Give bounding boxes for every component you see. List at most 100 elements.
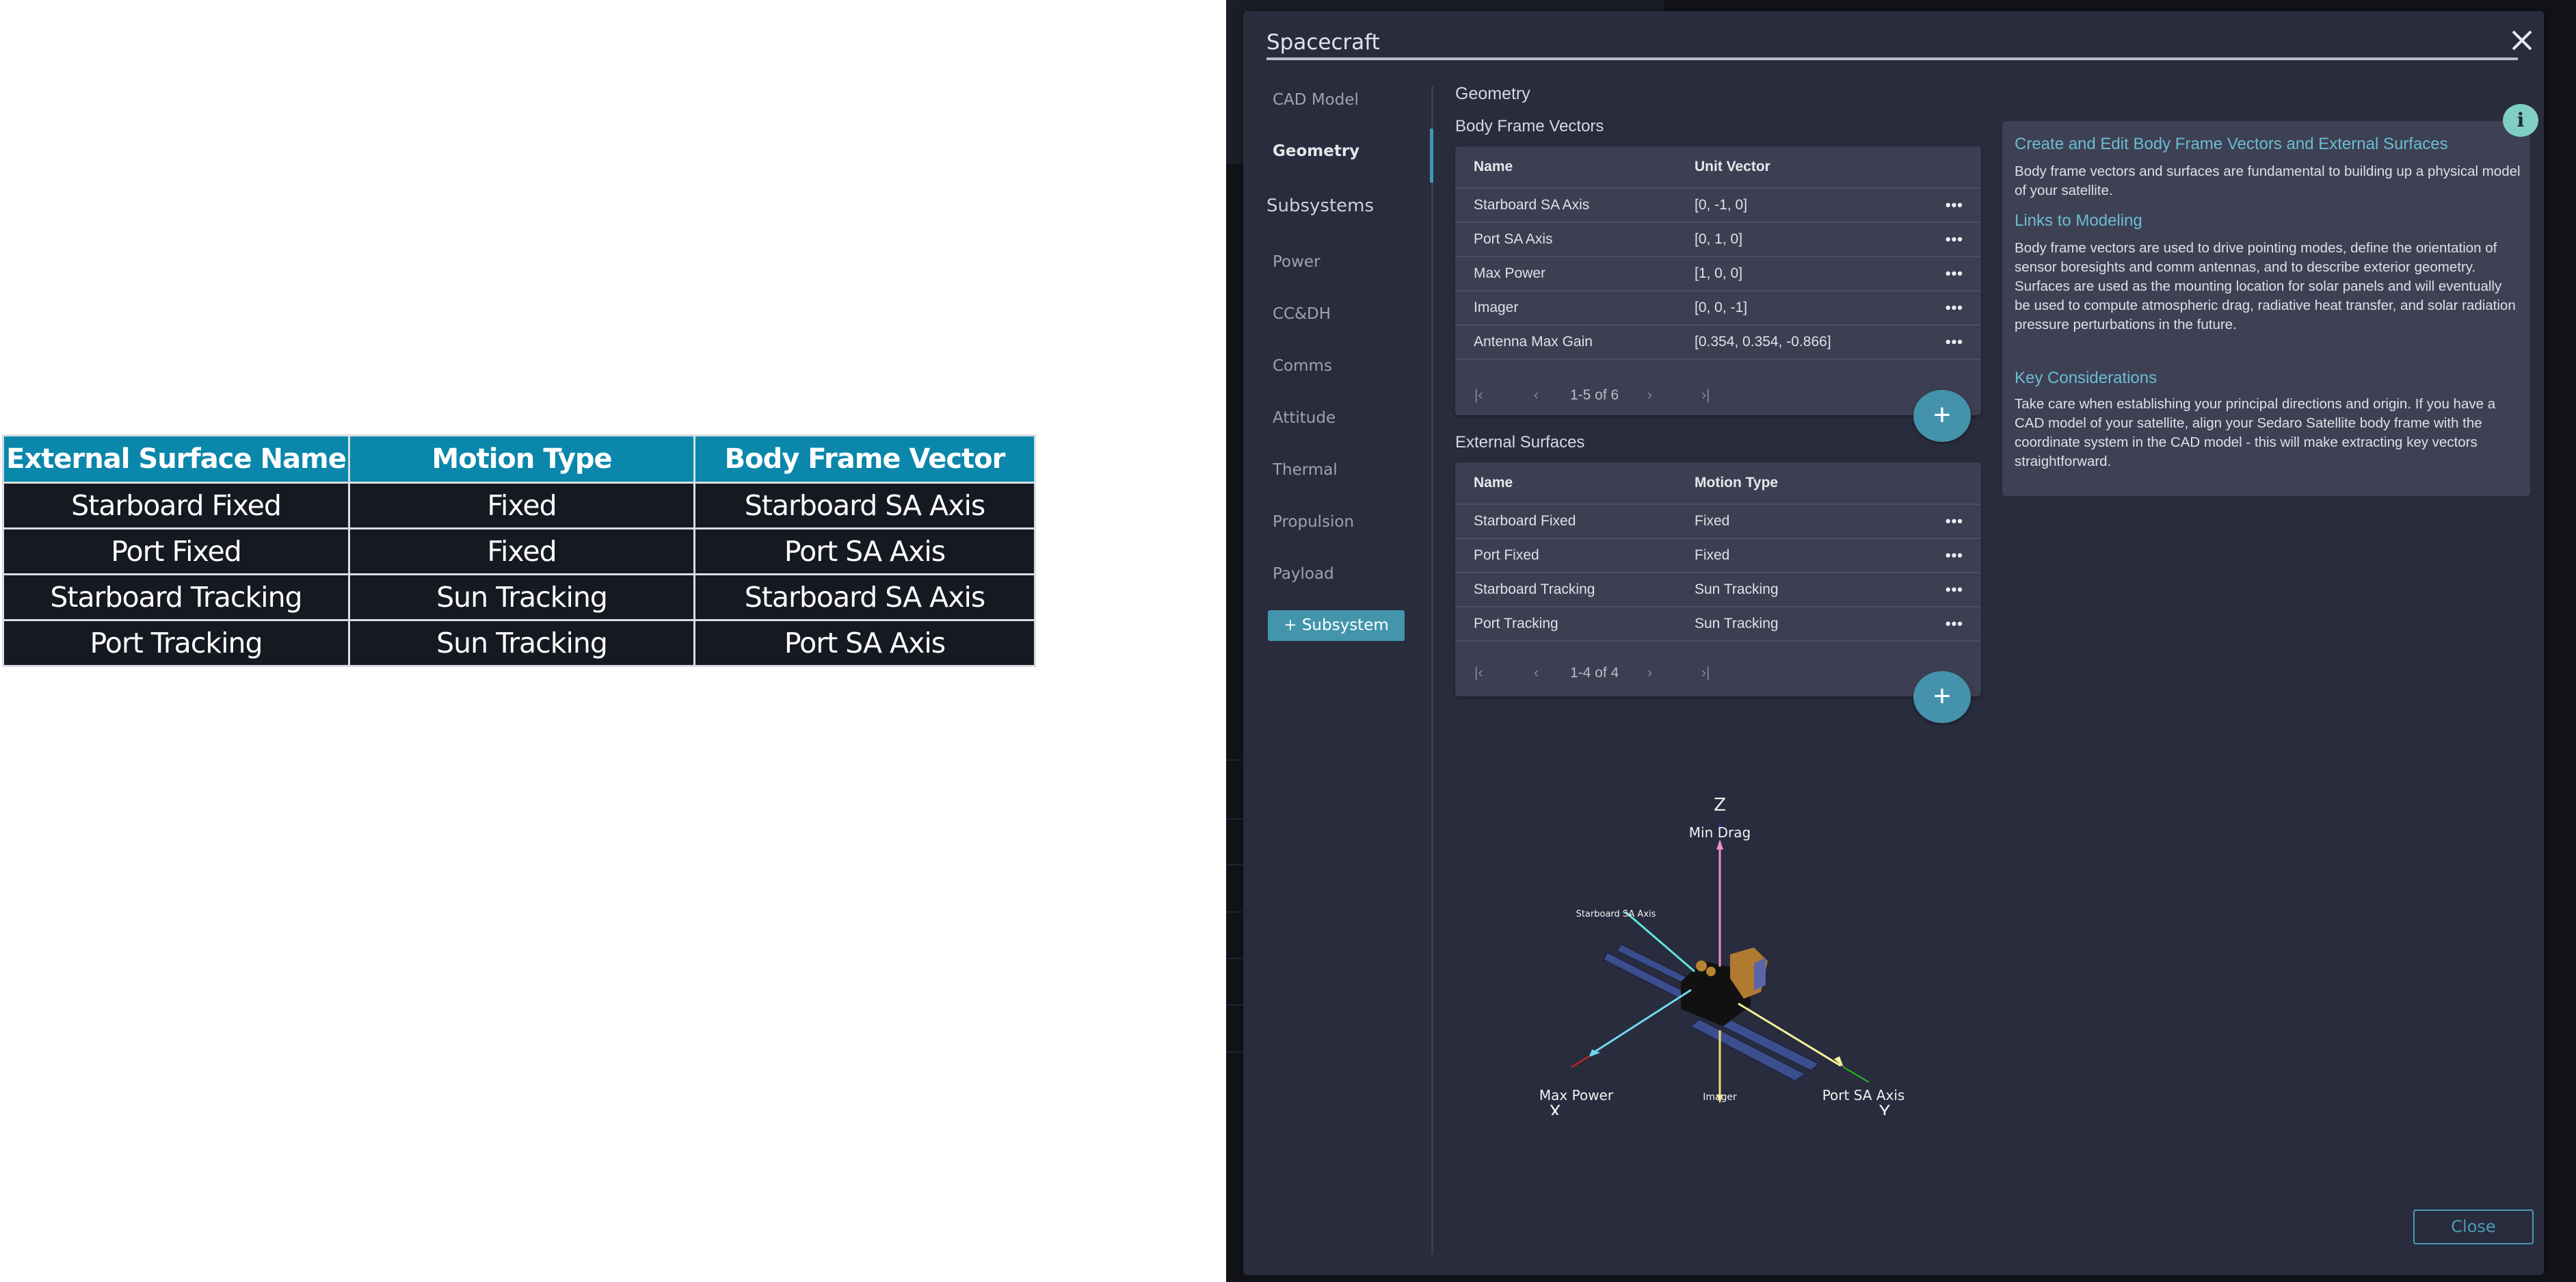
column-header-motion-type[interactable]: Motion Type <box>1695 462 1922 505</box>
table-row[interactable]: Port SA Axis [0, 1, 0] ••• <box>1455 222 1981 257</box>
nav-item-payload[interactable]: Payload <box>1273 565 1334 583</box>
surface-name: Port Tracking <box>1455 607 1695 642</box>
cell-body-frame-vector: Port SA Axis <box>693 619 1036 667</box>
add-body-frame-vector-button[interactable]: + <box>1913 390 1971 442</box>
starboard-sa-axis-vector <box>1625 911 1695 973</box>
satellite-thruster <box>1706 967 1716 976</box>
starboard-sa-axis-label: Starboard SA Axis <box>1576 909 1656 919</box>
max-power-vector <box>1589 989 1692 1056</box>
more-options-icon[interactable]: ••• <box>1946 615 1963 632</box>
help-panel: Create and Edit Body Frame Vectors and E… <box>2002 121 2530 496</box>
table-row[interactable]: Starboard SA Axis [0, -1, 0] ••• <box>1455 188 1981 223</box>
satellite-model <box>1602 943 1820 1082</box>
spacecraft-3d-viewer[interactable]: Z Min Drag Starboard SA Axis Max Power X… <box>1518 773 1928 1115</box>
surface-name: Starboard Tracking <box>1455 573 1695 607</box>
last-page-icon[interactable]: ›| <box>1701 665 1710 681</box>
last-page-icon[interactable]: ›| <box>1701 387 1710 404</box>
nav-item-attitude[interactable]: Attitude <box>1273 409 1336 427</box>
nav-item-ccdh[interactable]: CC&DH <box>1273 305 1331 323</box>
first-page-icon[interactable]: |‹ <box>1474 665 1483 681</box>
first-page-icon[interactable]: |‹ <box>1474 387 1483 404</box>
max-power-label: Max Power <box>1539 1087 1614 1103</box>
nav-item-cad-model[interactable]: CAD Model <box>1273 91 1359 109</box>
external-surfaces-card: Name Motion Type Starboard Fixed Fixed •… <box>1455 462 1981 696</box>
help-paragraph-key-considerations: Take care when establishing your princip… <box>2015 396 2496 469</box>
more-options-icon[interactable]: ••• <box>1946 265 1963 282</box>
nav-item-power[interactable]: Power <box>1273 253 1320 271</box>
table-row[interactable]: Starboard Tracking Sun Tracking ••• <box>1455 573 1981 607</box>
table-row: Starboard Tracking Sun Tracking Starboar… <box>2 573 1036 621</box>
column-header-name[interactable]: Name <box>1455 146 1695 189</box>
vector-name: Starboard SA Axis <box>1455 188 1695 223</box>
more-options-icon[interactable]: ••• <box>1946 196 1963 213</box>
nav-item-thermal[interactable]: Thermal <box>1273 461 1338 479</box>
more-options-icon[interactable]: ••• <box>1946 231 1963 248</box>
cell-motion-type: Fixed <box>348 527 695 575</box>
nav-item-propulsion[interactable]: Propulsion <box>1273 513 1354 531</box>
next-page-icon[interactable]: › <box>1647 665 1652 681</box>
z-axis-label: Z <box>1714 795 1726 815</box>
header-external-surface-name: External Surface Name <box>2 434 350 484</box>
table-row[interactable]: Max Power [1, 0, 0] ••• <box>1455 257 1981 291</box>
x-axis-line <box>1571 1056 1590 1068</box>
cell-surface-name: Port Tracking <box>2 619 350 667</box>
cell-motion-type: Fixed <box>348 482 695 529</box>
next-page-icon[interactable]: › <box>1647 387 1652 404</box>
more-options-icon[interactable]: ••• <box>1946 512 1963 529</box>
surface-motion-type: Fixed <box>1695 504 1922 539</box>
nav-item-geometry[interactable]: Geometry <box>1273 142 1359 160</box>
cell-surface-name: Starboard Tracking <box>2 573 350 621</box>
info-icon[interactable]: i <box>2503 104 2538 137</box>
add-external-surface-button[interactable]: + <box>1913 671 1971 723</box>
port-sa-axis-label: Port SA Axis <box>1822 1087 1905 1103</box>
x-axis-label: X <box>1549 1102 1561 1115</box>
more-options-icon[interactable]: ••• <box>1946 581 1963 598</box>
nav-item-comms[interactable]: Comms <box>1273 357 1332 375</box>
help-heading-create-edit: Create and Edit Body Frame Vectors and E… <box>2015 135 2448 153</box>
vector-name: Max Power <box>1455 257 1695 291</box>
page-range: 1-5 of 6 <box>1570 387 1619 403</box>
min-drag-label: Min Drag <box>1689 824 1751 841</box>
section-title: Geometry <box>1455 84 1530 103</box>
more-options-icon[interactable]: ••• <box>1946 333 1963 350</box>
body-frame-vectors-pagination: |‹ ‹ 1-5 of 6 › ›| <box>1455 387 1729 415</box>
previous-page-icon[interactable]: ‹ <box>1534 387 1539 404</box>
vector-name: Imager <box>1455 291 1695 326</box>
column-header-name[interactable]: Name <box>1455 462 1695 505</box>
vector-value: [1, 0, 0] <box>1695 257 1922 291</box>
table-row: Port Tracking Sun Tracking Port SA Axis <box>2 619 1036 667</box>
help-paragraph-intro: Body frame vectors and surfaces are fund… <box>2015 163 2521 198</box>
help-paragraph-links: Body frame vectors are used to drive poi… <box>2015 240 2516 332</box>
nav-subsystems-heading: Subsystems <box>1266 196 1375 216</box>
close-icon[interactable] <box>2508 29 2536 56</box>
column-header-unit-vector[interactable]: Unit Vector <box>1695 146 1922 189</box>
vector-value: [0.354, 0.354, -0.866] <box>1695 325 1922 360</box>
more-options-icon[interactable]: ••• <box>1946 547 1963 564</box>
cell-surface-name: Port Fixed <box>2 527 350 575</box>
help-heading-key-considerations: Key Considerations <box>2015 369 2157 387</box>
satellite-panel <box>1754 958 1766 991</box>
y-axis-label: Y <box>1878 1102 1890 1115</box>
table-row[interactable]: Port Fixed Fixed ••• <box>1455 538 1981 573</box>
surface-name: Port Fixed <box>1455 538 1695 573</box>
table-row[interactable]: Imager [0, 0, -1] ••• <box>1455 291 1981 326</box>
table-row[interactable]: Port Tracking Sun Tracking ••• <box>1455 607 1981 642</box>
add-subsystem-button[interactable]: + Subsystem <box>1268 610 1405 641</box>
table-header-row: External Surface Name Motion Type Body F… <box>2 434 1036 484</box>
external-surfaces-table: Name Motion Type Starboard Fixed Fixed •… <box>1455 462 1981 642</box>
table-row[interactable]: Antenna Max Gain [0.354, 0.354, -0.866] … <box>1455 325 1981 360</box>
surface-motion-type: Sun Tracking <box>1695 573 1922 607</box>
title-divider <box>1266 57 2518 60</box>
external-surface-summary-table: External Surface Name Motion Type Body F… <box>2 434 1036 667</box>
cell-surface-name: Starboard Fixed <box>2 482 350 529</box>
close-button[interactable]: Close <box>2413 1209 2534 1244</box>
body-frame-vectors-card: Name Unit Vector Starboard SA Axis [0, -… <box>1455 146 1981 415</box>
active-nav-indicator <box>1430 129 1433 183</box>
min-drag-arrowhead <box>1716 839 1723 850</box>
previous-page-icon[interactable]: ‹ <box>1534 665 1539 681</box>
more-options-icon[interactable]: ••• <box>1946 299 1963 316</box>
table-header-row: Name Motion Type <box>1455 462 1981 505</box>
table-row: Starboard Fixed Fixed Starboard SA Axis <box>2 482 1036 529</box>
table-row: Port Fixed Fixed Port SA Axis <box>2 527 1036 575</box>
table-row[interactable]: Starboard Fixed Fixed ••• <box>1455 504 1981 539</box>
